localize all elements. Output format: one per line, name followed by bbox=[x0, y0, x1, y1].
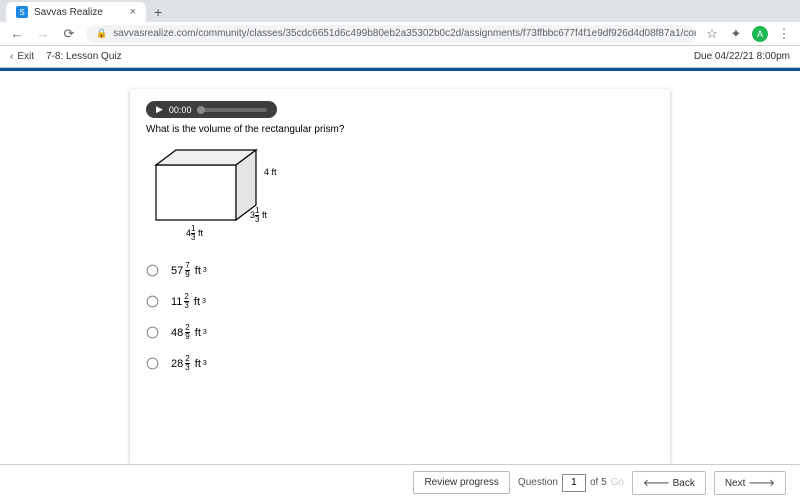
choice-d-radio[interactable] bbox=[147, 358, 159, 370]
question-nav: Question of 5 Go bbox=[518, 474, 624, 492]
choice-d[interactable]: 2823 ft3 bbox=[146, 348, 654, 379]
exit-button[interactable]: ‹ Exit bbox=[10, 51, 34, 62]
question-number-input[interactable] bbox=[562, 474, 586, 492]
tab-row: S Savvas Realize × + bbox=[0, 0, 800, 22]
choice-b[interactable]: 1123 ft3 bbox=[146, 286, 654, 317]
lock-icon: 🔒 bbox=[96, 28, 107, 39]
choice-a-value: 5779 ft3 bbox=[171, 262, 207, 279]
choice-c[interactable]: 4829 ft3 bbox=[146, 317, 654, 348]
choice-d-value: 2823 ft3 bbox=[171, 355, 207, 372]
choice-a-radio[interactable] bbox=[147, 265, 159, 277]
play-icon[interactable]: ▶ bbox=[156, 104, 163, 115]
review-progress-button[interactable]: Review progress bbox=[413, 471, 509, 494]
exit-label: Exit bbox=[17, 51, 34, 62]
arrow-right-icon: 🡒 bbox=[748, 478, 775, 489]
close-icon[interactable]: × bbox=[130, 6, 136, 18]
browser-chrome: S Savvas Realize × + ← → ⟳ 🔒 savvasreali… bbox=[0, 0, 800, 46]
audio-player[interactable]: ▶ 00:00 bbox=[146, 101, 277, 118]
choice-c-radio[interactable] bbox=[147, 327, 159, 339]
bottom-bar: Review progress Question of 5 Go 🡐 Back … bbox=[0, 464, 800, 500]
address-bar[interactable]: 🔒 savvasrealize.com/community/classes/35… bbox=[86, 25, 696, 43]
answer-choices: 5779 ft3 1123 ft3 4829 ft3 2823 ft3 bbox=[146, 255, 654, 379]
prism-figure: 4 ft 313 ft 413 ft bbox=[146, 145, 346, 245]
audio-track[interactable] bbox=[197, 108, 267, 112]
nav-back-icon[interactable]: ← bbox=[8, 26, 26, 41]
new-tab-button[interactable]: + bbox=[146, 2, 170, 22]
chevron-left-icon: ‹ bbox=[10, 51, 13, 62]
arrow-left-icon: 🡐 bbox=[643, 478, 670, 489]
menu-icon[interactable]: ⋮ bbox=[776, 26, 792, 42]
favicon-icon: S bbox=[16, 6, 28, 18]
lesson-title: 7-8: Lesson Quiz bbox=[46, 51, 122, 62]
browser-tab[interactable]: S Savvas Realize × bbox=[6, 2, 146, 22]
url-text: savvasrealize.com/community/classes/35cd… bbox=[113, 28, 696, 39]
next-button[interactable]: Next 🡒 bbox=[714, 471, 786, 495]
address-row: ← → ⟳ 🔒 savvasrealize.com/community/clas… bbox=[0, 22, 800, 46]
choice-b-value: 1123 ft3 bbox=[171, 293, 206, 310]
question-card: ▶ 00:00 What is the volume of the rectan… bbox=[130, 89, 670, 464]
dim-height: 4 ft bbox=[264, 167, 277, 177]
dim-width: 413 ft bbox=[186, 225, 203, 242]
reload-icon[interactable]: ⟳ bbox=[60, 26, 78, 42]
dim-depth: 313 ft bbox=[250, 207, 267, 224]
star-icon[interactable]: ☆ bbox=[704, 26, 720, 42]
tab-title: Savvas Realize bbox=[34, 7, 103, 18]
nav-forward-icon[interactable]: → bbox=[34, 26, 52, 41]
choice-a[interactable]: 5779 ft3 bbox=[146, 255, 654, 286]
choice-b-radio[interactable] bbox=[147, 296, 159, 308]
question-prompt: What is the volume of the rectangular pr… bbox=[146, 124, 654, 135]
go-button[interactable]: Go bbox=[611, 477, 624, 488]
back-button[interactable]: 🡐 Back bbox=[632, 471, 706, 495]
app-topbar: ‹ Exit 7-8: Lesson Quiz Due 04/22/21 8:0… bbox=[0, 46, 800, 68]
extensions-icon[interactable]: ✦ bbox=[728, 26, 744, 42]
due-date: Due 04/22/21 8:00pm bbox=[694, 51, 790, 62]
question-label: Question bbox=[518, 477, 558, 488]
question-total: of 5 bbox=[590, 477, 607, 488]
choice-c-value: 4829 ft3 bbox=[171, 324, 207, 341]
content-stage: ▶ 00:00 What is the volume of the rectan… bbox=[0, 71, 800, 464]
audio-time: 00:00 bbox=[169, 105, 192, 115]
profile-avatar[interactable]: A bbox=[752, 26, 768, 42]
